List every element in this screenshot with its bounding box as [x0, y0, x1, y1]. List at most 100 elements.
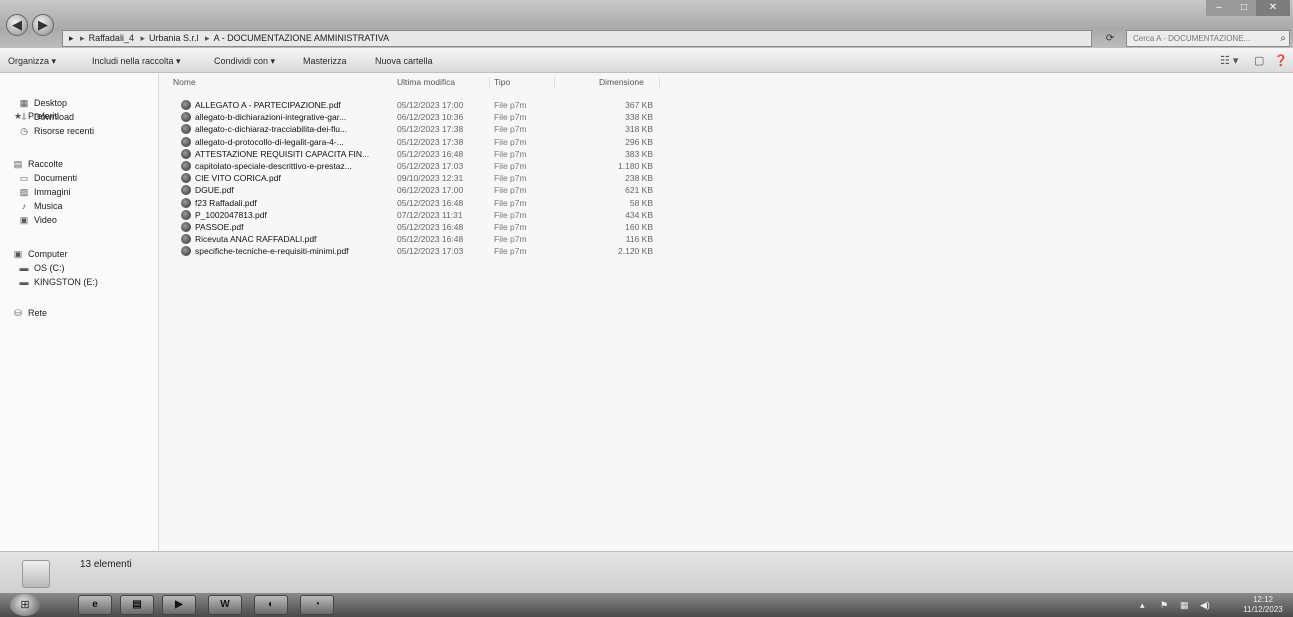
- sidebar-item-recent[interactable]: ◷ Risorse recenti: [16, 124, 94, 138]
- breadcrumb-segment[interactable]: A - DOCUMENTAZIONE AMMINISTRATIVA: [214, 33, 390, 43]
- start-button[interactable]: ⊞: [10, 594, 40, 616]
- file-type: File p7m: [494, 173, 527, 184]
- file-icon: [181, 100, 191, 110]
- search-placeholder: Cerca A - DOCUMENTAZIONE...: [1133, 34, 1251, 43]
- sidebar-item-libraries[interactable]: ▤ Raccolte: [10, 157, 63, 171]
- file-row[interactable]: ALLEGATO A - PARTECIPAZIONE.pdf 05/12/202…: [159, 99, 679, 111]
- file-row[interactable]: P_1002047813.pdf 07/12/2023 11:31 File p7m…: [159, 209, 679, 221]
- file-modified-date: 05/12/2023 17:03: [397, 246, 464, 257]
- folder-icon: [22, 560, 50, 588]
- title-bar: ◀ ▶ ▸ ▸ Raffadali_4 ▸ Urbania S.r.l ▸ A - D…: [0, 0, 1293, 48]
- file-name: capitolato-speciale-descrittivo-e-presta…: [195, 161, 352, 171]
- file-name: allegato-d-protocollo-di-legalit-gara-4-…: [195, 136, 344, 147]
- file-row[interactable]: specifiche-tecniche-e-requisiti-minimi.p…: [159, 245, 679, 257]
- navigation-pane: ★ Preferiti ▦ Desktop ⇩ Download ◷ Risorse r…: [0, 73, 159, 551]
- file-size: 238 KB: [625, 173, 653, 184]
- sidebar-item-computer[interactable]: ▣ Computer: [10, 247, 68, 261]
- sidebar-item-label: Immagini: [34, 187, 71, 197]
- breadcrumb-segment[interactable]: Urbania S.r.l: [149, 33, 199, 43]
- sidebar-item-label: Documenti: [34, 173, 78, 183]
- clock[interactable]: 12:12 11/12/2023: [1238, 595, 1288, 615]
- sidebar-item-documents[interactable]: ▭ Documenti: [16, 171, 77, 185]
- organize-menu[interactable]: Organizza ▾: [8, 50, 56, 72]
- forward-button[interactable]: ▶: [32, 14, 54, 36]
- sidebar-item-label: Risorse recenti: [34, 126, 95, 136]
- file-row[interactable]: allegato-b-dichiarazioni-integrative-gar…: [159, 111, 679, 123]
- file-icon: [181, 185, 191, 196]
- show-hidden-icons-icon[interactable]: ▴: [1140, 593, 1145, 617]
- close-button[interactable]: ✕: [1256, 0, 1290, 16]
- search-input[interactable]: Cerca A - DOCUMENTAZIONE... ⌕: [1126, 30, 1290, 47]
- file-icon: [181, 161, 191, 171]
- column-divider[interactable]: [554, 77, 555, 89]
- explorer-taskbar-button[interactable]: ▤: [120, 595, 154, 615]
- minimize-button[interactable]: –: [1206, 0, 1232, 16]
- volume-icon[interactable]: ◀): [1200, 593, 1210, 617]
- sidebar-item-label: Rete: [28, 308, 48, 318]
- sidebar-item-os-drive[interactable]: ▬ OS (C:): [16, 261, 65, 275]
- file-row[interactable]: Ricevuta ANAC RAFFADALI.pdf 05/12/2023 16…: [159, 233, 679, 245]
- help-icon[interactable]: ❓: [1274, 50, 1288, 72]
- view-options-icon[interactable]: ☷ ▾: [1220, 50, 1238, 72]
- share-with-menu[interactable]: Condividi con ▾: [214, 50, 275, 72]
- browser-taskbar-button[interactable]: e: [78, 595, 112, 615]
- column-divider[interactable]: [489, 77, 490, 89]
- sidebar-item-label: KINGSTON (E:): [34, 277, 98, 287]
- sidebar-item-kingston-drive[interactable]: ▬ KINGSTON (E:): [16, 275, 98, 289]
- file-name: CIE VITO CORICA.pdf: [195, 173, 281, 184]
- network-tray-icon[interactable]: ▦: [1180, 593, 1189, 617]
- file-modified-date: 05/12/2023 16:48: [397, 234, 464, 245]
- chevron-right-icon: ▸: [140, 33, 145, 43]
- sidebar-item-download[interactable]: ⇩ Download: [16, 110, 74, 124]
- file-row[interactable]: DGUE.pdf 06/12/2023 17:00 File p7m 621 KB: [159, 184, 679, 196]
- recent-places-icon: ◷: [20, 126, 28, 136]
- sidebar-item-network[interactable]: ⛁ Rete: [10, 306, 47, 320]
- app-taskbar-button[interactable]: ◔: [300, 595, 334, 615]
- file-row[interactable]: allegato-c-dichiaraz-tracciabilita-dei-f…: [159, 123, 679, 135]
- taskbar: ⊞ e ▤ ▶ W ◐ ◔ ▴ ⚑ ▦ ◀) 12:12 11/12/2023: [0, 593, 1293, 617]
- include-in-library-menu[interactable]: Includi nella raccolta ▾: [92, 50, 181, 72]
- file-row[interactable]: capitolato-speciale-descrittivo-e-presta…: [159, 160, 679, 172]
- file-icon: [181, 197, 191, 208]
- column-divider[interactable]: [659, 77, 660, 89]
- refresh-icon[interactable]: ⟳: [1098, 30, 1122, 47]
- sidebar-item-pictures[interactable]: ▨ Immagini: [16, 185, 71, 199]
- video-icon: ▣: [19, 215, 29, 225]
- maximize-button[interactable]: □: [1232, 0, 1256, 16]
- network-icon: ⛁: [14, 308, 22, 318]
- column-header-size[interactable]: Dimensione: [599, 77, 644, 87]
- media-player-taskbar-button[interactable]: ▶: [162, 595, 196, 615]
- new-folder-button[interactable]: Nuova cartella: [375, 50, 433, 72]
- download-icon: ⇩: [20, 112, 28, 122]
- word-taskbar-button[interactable]: W: [208, 595, 242, 615]
- file-row[interactable]: PASSOE.pdf 05/12/2023 16:48 File p7m 160 KB: [159, 221, 679, 233]
- column-header-name[interactable]: Nome: [173, 77, 196, 87]
- file-row[interactable]: allegato-d-protocollo-di-legalit-gara-4-…: [159, 136, 679, 148]
- sidebar-item-music[interactable]: ♪ Musica: [16, 199, 63, 213]
- file-row[interactable]: CIE VITO CORICA.pdf 09/10/2023 12:31 File …: [159, 172, 679, 184]
- details-pane: 13 elementi: [0, 551, 1293, 594]
- flag-icon[interactable]: ⚑: [1160, 593, 1168, 617]
- file-row[interactable]: ATTESTAZIONE REQUISITI CAPACITA FIN... 05…: [159, 148, 679, 160]
- file-icon: [181, 222, 191, 232]
- file-row[interactable]: f23 Raffadali.pdf 05/12/2023 16:48 File p7…: [159, 197, 679, 209]
- file-size: 116 KB: [625, 234, 653, 245]
- chrome-taskbar-button[interactable]: ◐: [254, 595, 288, 615]
- search-icon[interactable]: ⌕: [1280, 31, 1286, 46]
- desktop-icon: ▦: [19, 98, 29, 108]
- column-header-type[interactable]: Tipo: [494, 77, 510, 87]
- usb-drive-icon: ▬: [19, 277, 29, 287]
- breadcrumb-segment[interactable]: Raffadali_4: [89, 33, 134, 43]
- file-icon: [181, 136, 191, 147]
- column-header-modified[interactable]: Ultima modifica: [397, 77, 455, 87]
- file-icon: [181, 173, 191, 184]
- address-bar[interactable]: ▸ ▸ Raffadali_4 ▸ Urbania S.r.l ▸ A - DOCUM…: [62, 30, 1092, 47]
- sidebar-item-desktop[interactable]: ▦ Desktop: [16, 96, 67, 110]
- libraries-icon: ▤: [13, 159, 23, 169]
- sidebar-item-video[interactable]: ▣ Video: [16, 213, 57, 227]
- burn-button[interactable]: Masterizza: [303, 50, 347, 72]
- back-button[interactable]: ◀: [6, 14, 28, 36]
- preview-pane-icon[interactable]: ▢: [1254, 50, 1264, 72]
- file-type: File p7m: [494, 136, 527, 147]
- file-modified-date: 05/12/2023 16:48: [397, 197, 464, 208]
